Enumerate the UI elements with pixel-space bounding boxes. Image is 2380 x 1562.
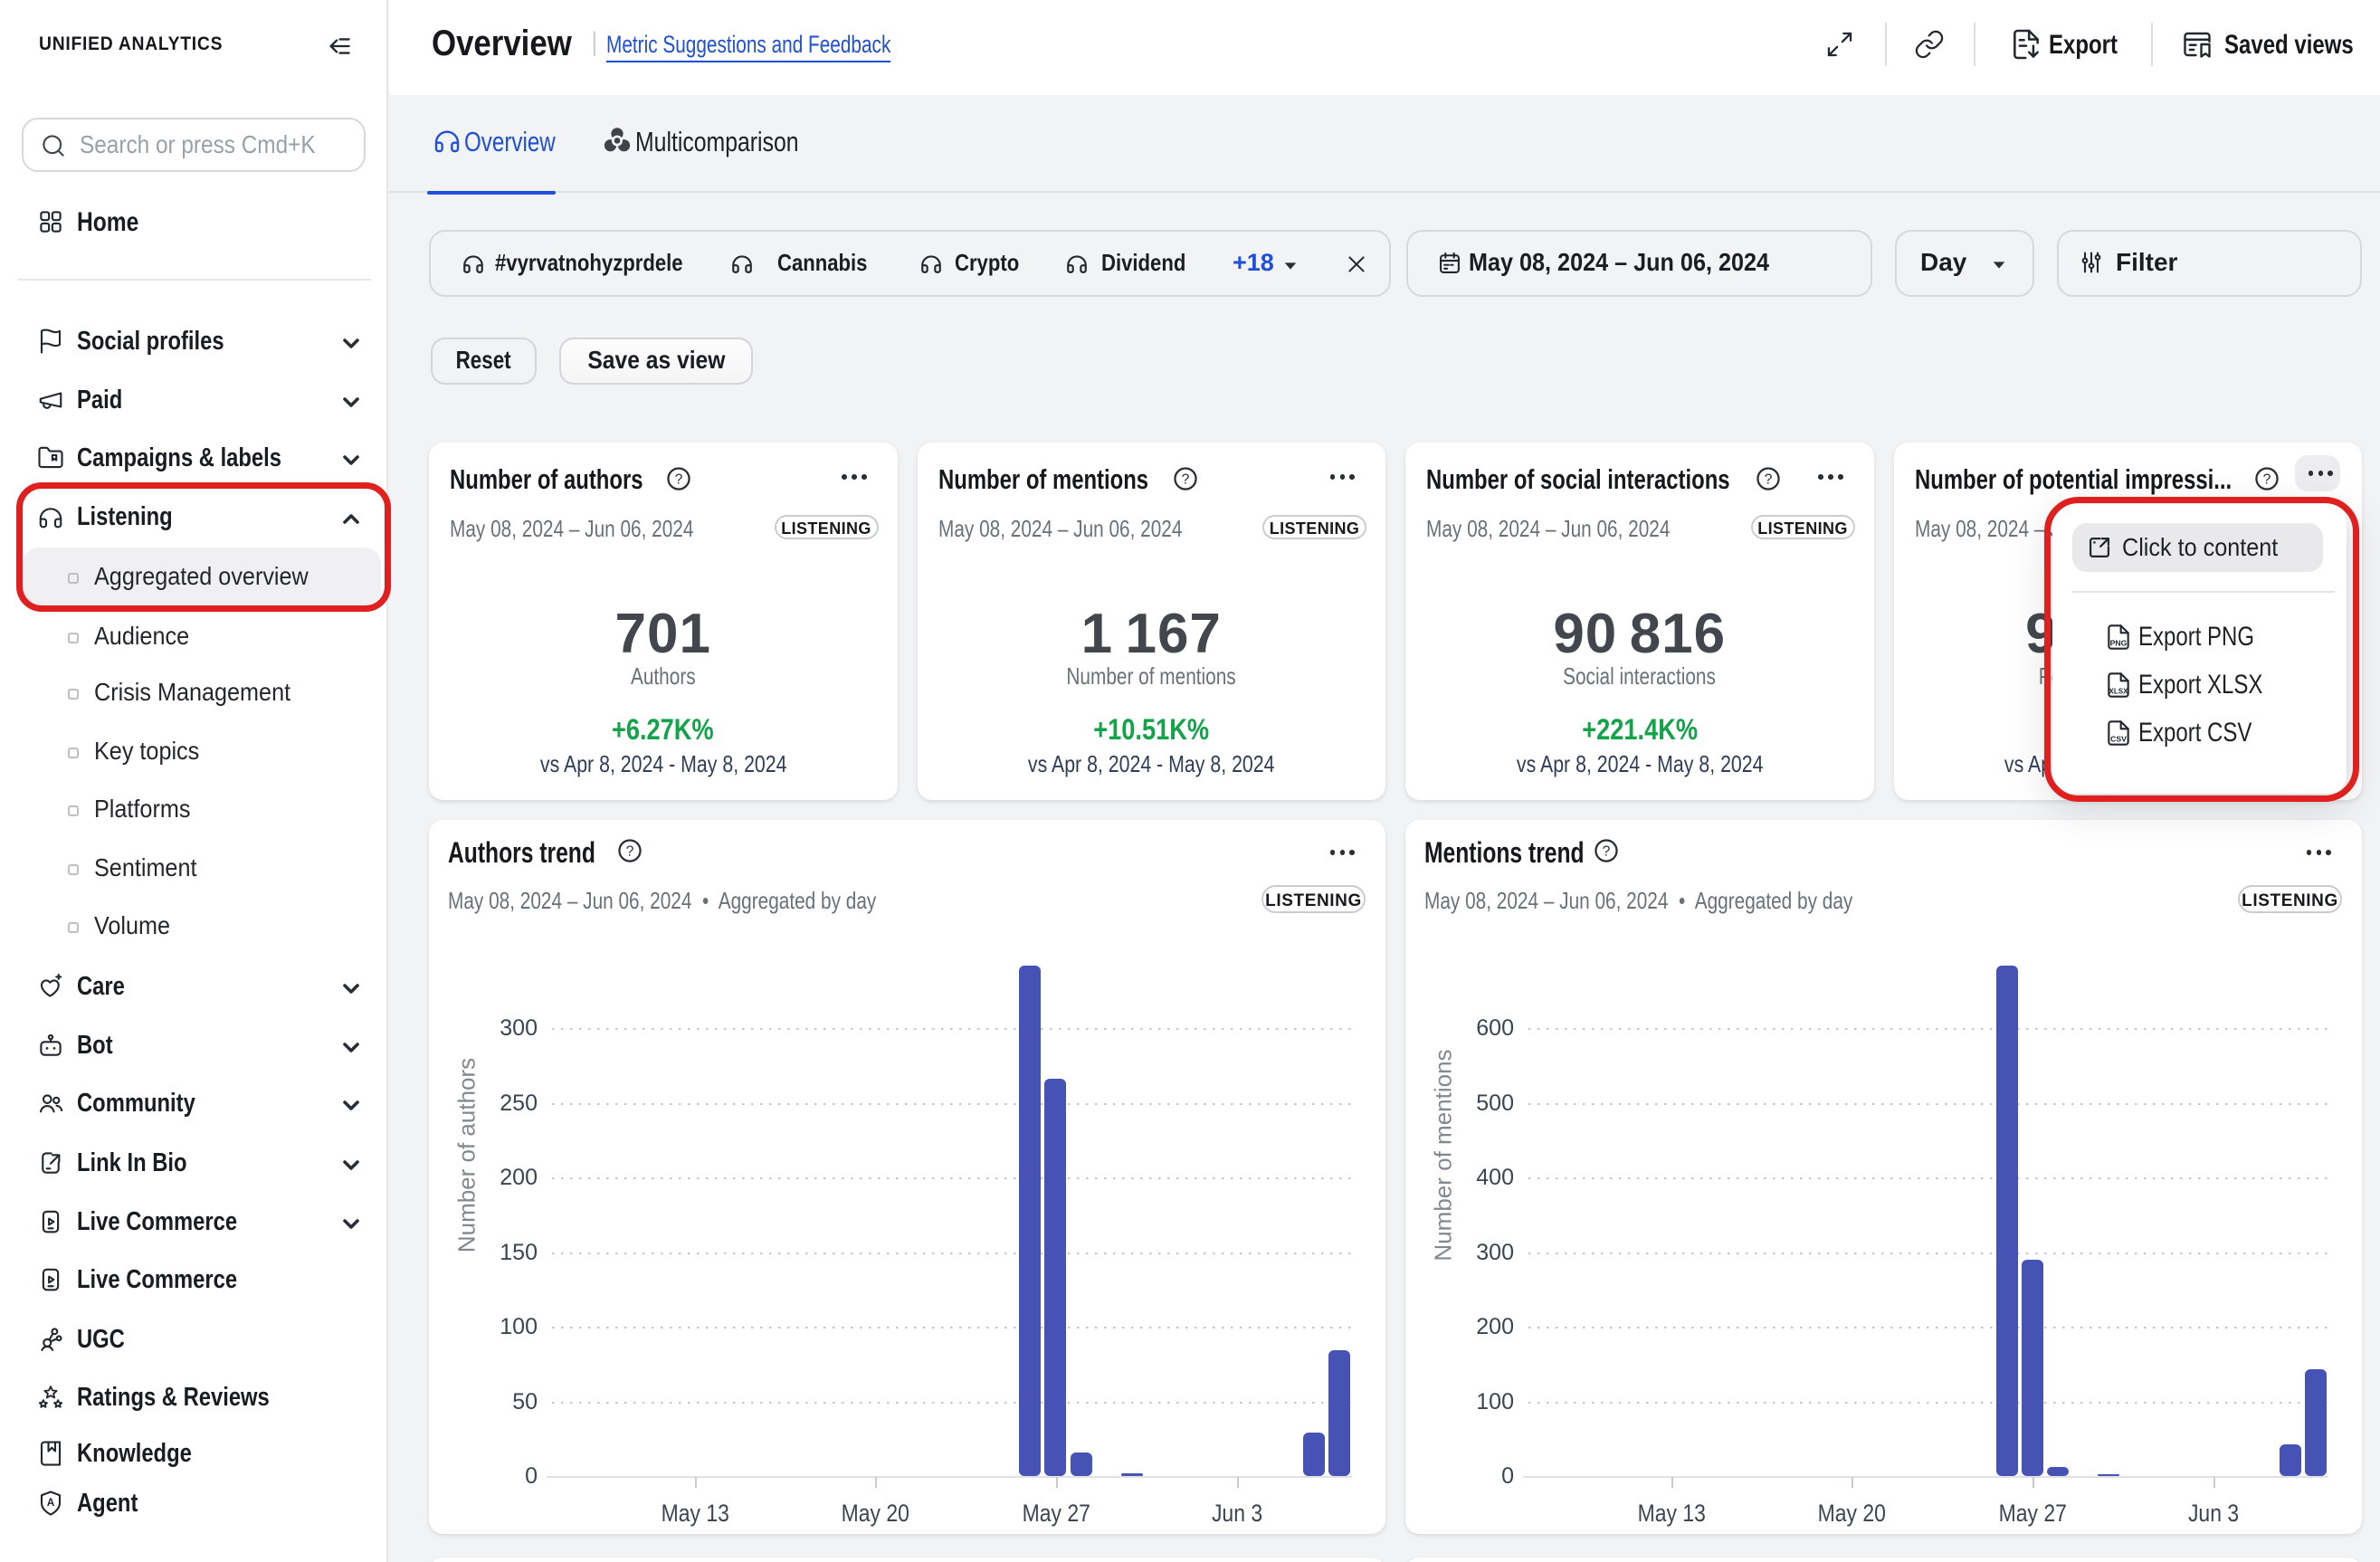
svg-text:?: ? <box>2262 472 2271 488</box>
svg-text:?: ? <box>1181 472 1189 488</box>
svg-text:?: ? <box>626 844 634 860</box>
svg-text:?: ? <box>1765 472 1773 488</box>
svg-text:A: A <box>47 1496 55 1509</box>
svg-text:?: ? <box>1603 844 1611 860</box>
svg-text:?: ? <box>675 472 683 488</box>
